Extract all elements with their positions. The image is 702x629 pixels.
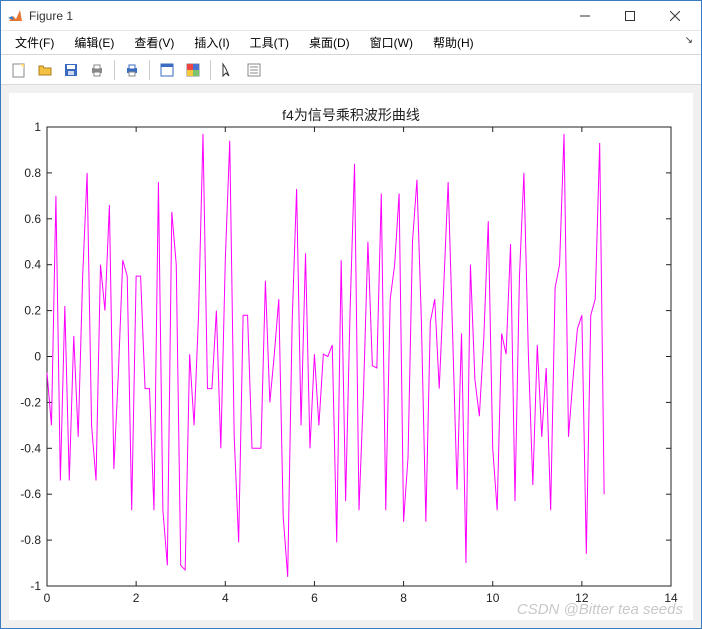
minimize-button[interactable] — [562, 2, 607, 30]
svg-text:0.2: 0.2 — [24, 304, 41, 318]
toolbar — [1, 55, 701, 85]
svg-text:6: 6 — [311, 591, 318, 605]
toolbar-separator — [149, 60, 150, 80]
svg-text:8: 8 — [400, 591, 407, 605]
svg-text:1: 1 — [34, 120, 41, 134]
plot-area: f4为信号乘积波形曲线 02468101214-1-0.8-0.6-0.4-0.… — [1, 85, 701, 628]
title-bar[interactable]: Figure 1 — [1, 1, 701, 31]
menu-insert[interactable]: 插入(I) — [184, 32, 239, 53]
link-button[interactable] — [155, 58, 179, 82]
new-figure-button[interactable] — [7, 58, 31, 82]
open-button[interactable] — [33, 58, 57, 82]
svg-text:0.8: 0.8 — [24, 166, 41, 180]
svg-text:4: 4 — [222, 591, 229, 605]
chart-title: f4为信号乘积波形曲线 — [9, 105, 693, 125]
edit-plot-button[interactable] — [216, 58, 240, 82]
menu-edit[interactable]: 编辑(E) — [64, 32, 124, 53]
svg-text:2: 2 — [133, 591, 140, 605]
axes-container: f4为信号乘积波形曲线 02468101214-1-0.8-0.6-0.4-0.… — [9, 93, 693, 620]
window-title: Figure 1 — [29, 9, 562, 23]
print-button[interactable] — [85, 58, 109, 82]
svg-text:12: 12 — [575, 591, 589, 605]
toolbar-separator — [114, 60, 115, 80]
menu-view[interactable]: 查看(V) — [124, 32, 184, 53]
svg-text:-0.6: -0.6 — [20, 487, 41, 501]
save-button[interactable] — [59, 58, 83, 82]
window-controls — [562, 2, 697, 30]
svg-text:14: 14 — [664, 591, 678, 605]
menu-help[interactable]: 帮助(H) — [423, 32, 484, 53]
colorbar-button[interactable] — [181, 58, 205, 82]
print-preview-button[interactable] — [120, 58, 144, 82]
axes[interactable]: 02468101214-1-0.8-0.6-0.4-0.200.20.40.60… — [47, 127, 671, 586]
svg-text:-0.2: -0.2 — [20, 395, 41, 409]
svg-text:0.6: 0.6 — [24, 212, 41, 226]
close-button[interactable] — [652, 2, 697, 30]
figure-window: Figure 1 文件(F) 编辑(E) 查看(V) 插入(I) 工具(T) 桌… — [0, 0, 702, 629]
menu-window[interactable]: 窗口(W) — [360, 32, 423, 53]
menu-tools[interactable]: 工具(T) — [240, 32, 299, 53]
maximize-button[interactable] — [607, 2, 652, 30]
svg-text:-1: -1 — [30, 579, 41, 593]
menu-file[interactable]: 文件(F) — [5, 32, 64, 53]
toolbar-separator — [210, 60, 211, 80]
svg-text:10: 10 — [486, 591, 500, 605]
svg-text:-0.8: -0.8 — [20, 533, 41, 547]
matlab-logo-icon — [7, 8, 23, 24]
undock-icon[interactable]: ↘ — [685, 35, 693, 46]
svg-text:0: 0 — [34, 350, 41, 364]
menu-desktop[interactable]: 桌面(D) — [299, 32, 360, 53]
insert-legend-button[interactable] — [242, 58, 266, 82]
chart-canvas: 02468101214-1-0.8-0.6-0.4-0.200.20.40.60… — [47, 127, 671, 586]
menu-bar: 文件(F) 编辑(E) 查看(V) 插入(I) 工具(T) 桌面(D) 窗口(W… — [1, 31, 701, 55]
svg-text:0.4: 0.4 — [24, 258, 41, 272]
svg-text:0: 0 — [44, 591, 51, 605]
svg-text:-0.4: -0.4 — [20, 441, 41, 455]
